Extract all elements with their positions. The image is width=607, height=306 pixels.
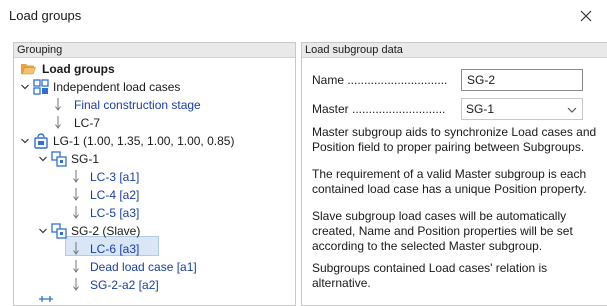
tree-label-root: Load groups — [42, 62, 115, 76]
tree-label-final-stage: Final construction stage — [74, 98, 201, 112]
tree-label-lc6: LC-6 [a3] — [90, 242, 140, 256]
close-icon — [580, 10, 592, 22]
load-group-icon — [34, 133, 48, 149]
tree-label-sg2-a2: SG-2-a2 [a2] — [90, 278, 159, 292]
slave-subgroup-icon — [51, 223, 67, 239]
chevron-down-icon — [39, 228, 47, 234]
master-value: SG-1 — [466, 102, 495, 116]
chevron-down-icon — [21, 138, 29, 144]
info-master-requirement: The requirement of a valid Master subgro… — [312, 167, 587, 196]
partial-item-icon — [39, 296, 53, 302]
name-value: SG-2 — [467, 73, 496, 87]
subgroup-data-header: Load subgroup data — [302, 43, 607, 58]
chevron-down-icon — [39, 156, 47, 162]
load-case-arrow-icon — [73, 278, 79, 291]
load-case-arrow-icon — [73, 206, 79, 219]
tree-label-independent: Independent load cases — [53, 80, 181, 94]
independent-cases-icon — [33, 79, 49, 95]
tree-label-dead-load: Dead load case [a1] — [90, 260, 197, 274]
folder-open-icon — [21, 64, 36, 75]
subgroup-data-panel: Load subgroup data Name ................… — [301, 42, 607, 306]
tree-label-lc3: LC-3 [a1] — [90, 170, 140, 184]
chevron-down-icon — [21, 84, 29, 90]
tree-label-lg1: LG-1 (1.00, 1.35, 1.00, 1.00, 0.85) — [53, 134, 235, 148]
master-label: Master ............................ — [312, 102, 446, 116]
close-button[interactable] — [573, 4, 599, 28]
load-case-arrow-icon — [73, 260, 79, 273]
title-bar: Load groups — [0, 0, 607, 34]
info-slave-behavior: Slave subgroup load cases will be automa… — [312, 209, 573, 253]
master-select[interactable]: SG-1 — [461, 98, 583, 120]
load-groups-tree: Load groups Independent load cases Final… — [14, 58, 295, 305]
load-case-arrow-icon — [73, 170, 79, 183]
load-case-arrow-icon — [73, 242, 79, 255]
tree-label-lc4: LC-4 [a2] — [90, 188, 140, 202]
window-title: Load groups — [9, 8, 82, 23]
load-case-arrow-icon — [55, 98, 61, 111]
subgroup-icon — [51, 151, 67, 167]
info-master-purpose: Master subgroup aids to synchronize Load… — [312, 125, 597, 154]
name-input[interactable]: SG-2 — [461, 69, 583, 91]
info-relation: Subgroups contained Load cases' relation… — [312, 261, 548, 290]
grouping-panel: Grouping Load groups Independent load ca… — [13, 42, 296, 306]
grouping-header: Grouping — [14, 43, 295, 58]
chevron-down-icon — [567, 107, 577, 113]
tree-label-sg1: SG-1 — [71, 152, 100, 166]
tree-label-sg2: SG-2 (Slave) — [71, 224, 141, 238]
tree-label-lc7: LC-7 — [74, 116, 101, 130]
load-case-arrow-icon — [55, 116, 61, 129]
load-case-arrow-icon — [73, 188, 79, 201]
name-label: Name .............................. — [312, 73, 448, 87]
tree-label-lc5: LC-5 [a3] — [90, 206, 140, 220]
